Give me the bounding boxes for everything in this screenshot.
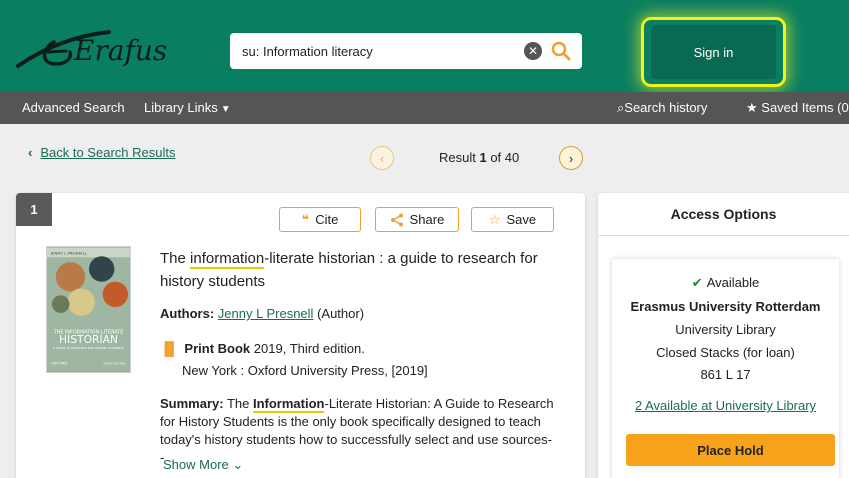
chevron-down-icon: ⌄ — [232, 457, 244, 472]
summary-label: Summary: — [160, 396, 224, 411]
publisher-row: New York : Oxford University Press, [201… — [182, 363, 428, 378]
chevron-down-icon: ▼ — [220, 104, 231, 115]
availability-status: ✔ Available — [612, 275, 839, 291]
shelf-location: Closed Stacks (for loan) — [656, 345, 795, 360]
library-name: University Library — [675, 322, 776, 337]
book-cover-image[interactable]: JENNY L PRESNELL THE INFORMATION-LITERAT… — [46, 246, 131, 373]
holding-card: ✔ Available Erasmus University Rotterdam … — [612, 259, 839, 478]
format-detail: 2019, Third edition. — [253, 341, 365, 356]
sign-in-button[interactable]: Sign in — [651, 25, 776, 79]
record-number: 1 — [16, 193, 52, 226]
save-label: Save — [506, 212, 537, 227]
cover-subtitle: A GUIDE TO RESEARCH FOR HISTORY STUDENTS — [53, 346, 124, 350]
erasmus-logo[interactable]: Erafus — [14, 18, 194, 78]
search-icon[interactable] — [550, 40, 572, 62]
result-prefix: Result — [439, 150, 480, 165]
check-icon: ✔ — [691, 275, 703, 290]
previous-result-button[interactable]: ‹ — [370, 146, 394, 170]
authors-label: Authors: — [160, 306, 215, 321]
summary-part: The — [226, 396, 253, 411]
format-label: Print Book — [184, 341, 251, 356]
chevron-left-icon: ‹ — [379, 150, 385, 166]
save-button[interactable]: ☆ Save — [471, 207, 554, 232]
show-more-label: Show More — [163, 457, 229, 472]
star-outline-icon: ☆ — [488, 211, 501, 227]
advanced-search-link[interactable]: Advanced Search — [22, 100, 125, 115]
saved-items-label: Saved Items (0 — [761, 100, 849, 115]
cite-label: Cite — [315, 212, 339, 227]
cite-button[interactable]: ❝ Cite — [279, 207, 361, 232]
author-role: (Author) — [317, 306, 365, 321]
share-icon — [390, 213, 403, 226]
book-format-icon: ▐▌ — [160, 341, 179, 356]
search-box[interactable]: su: Information literacy ✕ — [230, 33, 582, 69]
show-more-button[interactable]: Show More ⌄ — [163, 457, 243, 473]
chevron-left-icon: ‹ — [28, 145, 33, 160]
library-links-menu[interactable]: Library Links ▼ — [144, 100, 231, 115]
cover-author: JENNY L PRESNELL — [50, 250, 88, 255]
share-button[interactable]: Share — [375, 207, 459, 232]
summary-highlight: Information — [252, 396, 325, 413]
title-part: The — [160, 250, 191, 267]
access-options-title: Access Options — [598, 193, 849, 236]
author-link[interactable]: Jenny L Presnell — [218, 306, 314, 321]
quote-icon: ❝ — [301, 211, 310, 227]
result-current: 1 — [479, 150, 487, 165]
result-total: of 40 — [486, 150, 520, 165]
search-input[interactable]: su: Information literacy — [230, 44, 524, 59]
title-highlight: information — [190, 250, 265, 269]
cover-publisher: OXFORD — [51, 361, 67, 366]
place-hold-button[interactable]: Place Hold — [626, 434, 835, 466]
institution-name: Erasmus University Rotterdam — [630, 299, 821, 314]
call-number: 861 L 17 — [700, 367, 751, 382]
search-history-link[interactable]: ⌕Search history — [617, 100, 707, 116]
authors-row: Authors: Jenny L Presnell (Author) — [160, 306, 364, 321]
availability-label: Available — [706, 275, 760, 290]
back-to-results-label: Back to Search Results — [40, 145, 176, 160]
next-result-button[interactable]: › — [559, 146, 583, 170]
chevron-right-icon: › — [568, 150, 574, 166]
clear-search-icon[interactable]: ✕ — [524, 42, 542, 60]
logo-text: Erafus — [73, 34, 167, 67]
library-links-label: Library Links — [144, 100, 218, 115]
site-header: Erafus su: Information literacy ✕ Sign i… — [0, 0, 849, 92]
sign-in-highlight: Sign in — [641, 17, 786, 87]
access-options-panel: Access Options ✔ Available Erasmus Univer… — [598, 193, 849, 478]
result-position: Result 1 of 40 — [439, 150, 519, 165]
record-card: 1 ❝ Cite Share ☆ Save JENNY L PRESNELL THE… — [16, 193, 585, 478]
record-title[interactable]: The information-literate historian : a g… — [160, 247, 560, 293]
cover-title-line2: HISTORIAN — [59, 333, 118, 346]
search-history-label: Search history — [624, 100, 708, 115]
share-label: Share — [409, 212, 445, 227]
availability-link[interactable]: 2 Available at University Library — [612, 398, 839, 413]
star-icon: ★ — [746, 100, 758, 115]
saved-items-link[interactable]: ★ Saved Items (0 — [746, 100, 849, 116]
format-row: ▐▌ Print Book 2019, Third edition. — [160, 341, 365, 356]
cover-edition: THIRD EDITION — [102, 362, 125, 366]
nav-bar: Advanced Search Library Links ▼ ⌕Search h… — [0, 92, 849, 124]
back-to-results-link[interactable]: ‹ Back to Search Results — [28, 145, 175, 160]
